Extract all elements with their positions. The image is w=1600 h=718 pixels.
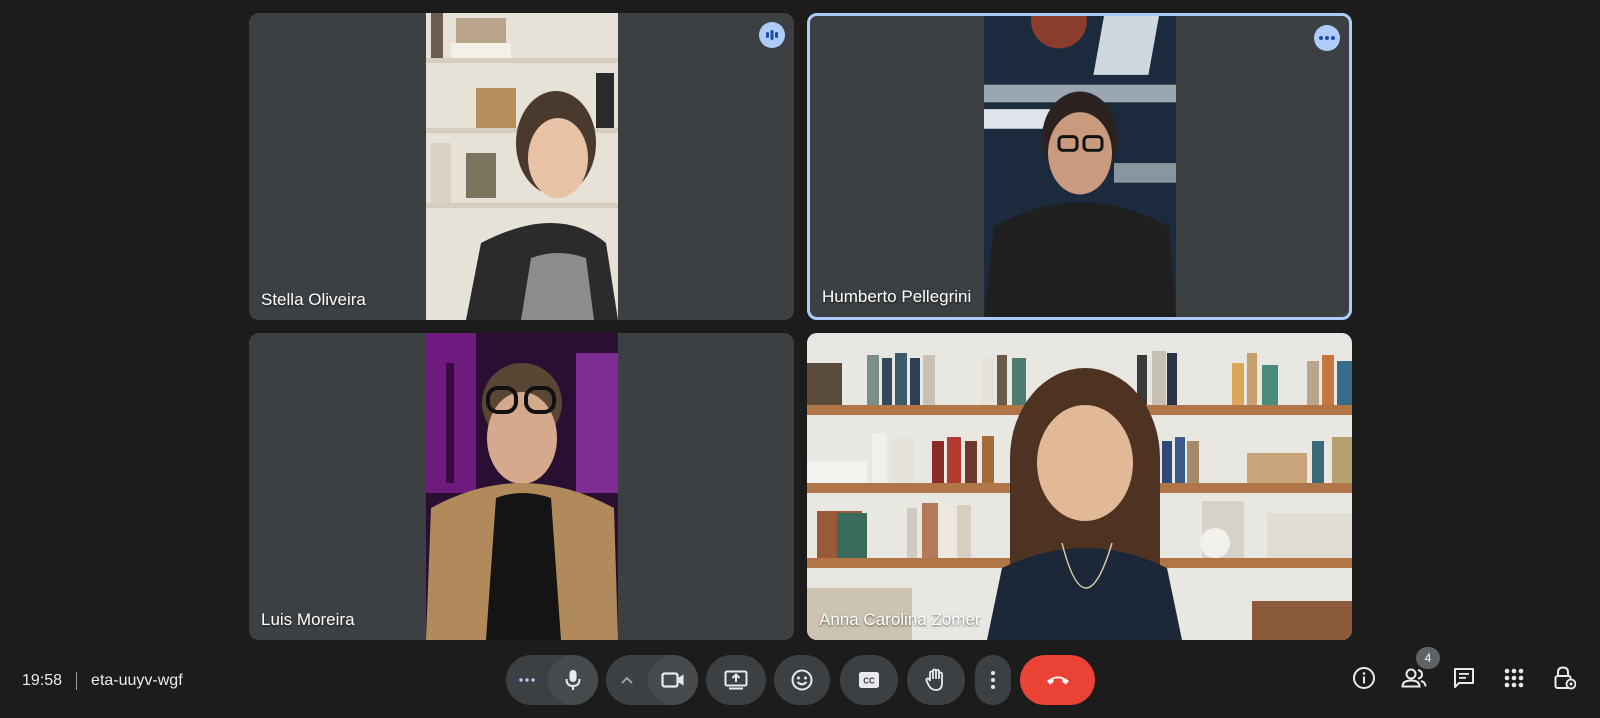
participant-tile[interactable]: Luis Moreira [249,333,794,640]
end-call-button[interactable] [1020,655,1095,705]
participant-name: Luis Moreira [261,610,355,629]
chat-icon [1453,667,1475,694]
divider [76,672,78,690]
camera-control-group [606,655,698,705]
camera-button[interactable] [648,655,698,705]
activities-button[interactable] [1498,664,1530,696]
microphone-button[interactable] [548,655,598,705]
expand-icon[interactable] [606,655,648,705]
meeting-code: eta-uuyv-wgf [91,672,183,689]
participant-video [807,333,1352,640]
more-options-icon [991,671,995,689]
more-audio-options-icon[interactable] [506,655,548,705]
more-options-button[interactable] [975,655,1011,705]
more-options-icon[interactable] [1314,25,1340,51]
camera-icon [661,672,685,688]
meeting-stage: Stella Oliveira Humberto Pellegrini Luis… [0,0,1600,718]
participant-name: Humberto Pellegrini [822,287,972,306]
participant-video [425,333,618,640]
video-frame [425,333,618,640]
end-call-icon [1045,674,1071,686]
microphone-control-group [506,655,598,705]
people-icon [1401,668,1427,693]
current-time: 19:58 [22,672,63,689]
participant-tile[interactable]: Stella Oliveira [249,13,794,320]
participant-video [983,16,1176,317]
present-screen-button[interactable] [706,655,766,705]
raise-hand-icon [925,668,947,692]
host-controls-icon [1554,665,1577,695]
participant-count-badge: 4 [1416,647,1440,669]
participant-video [425,13,618,320]
emoji-icon [791,669,813,691]
video-frame [983,16,1176,317]
host-controls-button[interactable] [1549,664,1581,696]
reactions-button[interactable] [774,655,830,705]
present-screen-icon [724,670,748,690]
participant-name: Anna Carolina Zomer [819,610,981,629]
info-icon [1352,666,1376,695]
captions-icon: CC [858,671,880,689]
meeting-info-button[interactable] [1348,664,1380,696]
chat-button[interactable] [1448,664,1480,696]
activities-icon [1504,668,1524,693]
raise-hand-button[interactable] [907,655,965,705]
speaking-indicator-icon [759,22,785,48]
meeting-details: 19:58 eta-uuyv-wgf [22,670,183,692]
participant-tile[interactable]: Anna Carolina Zomer [807,333,1352,640]
participant-tile[interactable]: Humberto Pellegrini [807,13,1352,320]
video-frame [425,13,618,320]
captions-button[interactable]: CC [840,655,898,705]
svg-text:CC: CC [863,677,875,686]
participant-name: Stella Oliveira [261,290,366,309]
microphone-icon [565,669,581,691]
